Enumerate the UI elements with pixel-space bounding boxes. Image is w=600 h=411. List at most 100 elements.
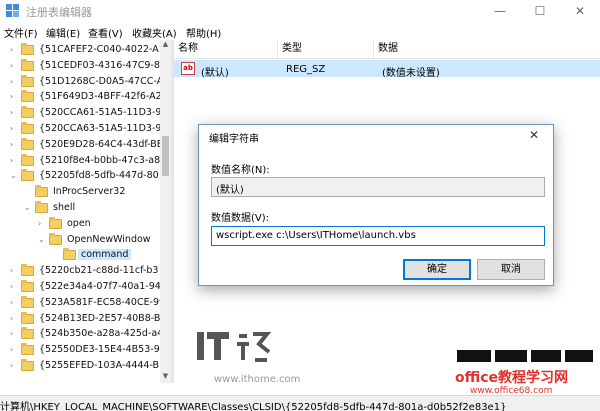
collapsed-arrow-icon[interactable]: › bbox=[10, 92, 18, 102]
menu-help[interactable]: 帮助(H) bbox=[186, 25, 221, 40]
menu-file[interactable]: 文件(F) bbox=[4, 25, 38, 40]
tree-item[interactable]: › {522e34a4-07f7-40a1-94c bbox=[0, 280, 160, 295]
expanded-arrow-icon[interactable]: ⌄ bbox=[38, 235, 46, 245]
tree-item[interactable]: InProcServer32 bbox=[0, 185, 160, 200]
dialog-close-icon[interactable]: ✕ bbox=[529, 128, 539, 142]
cancel-button[interactable]: 取消 bbox=[477, 259, 545, 280]
collapsed-arrow-icon[interactable]: › bbox=[10, 61, 18, 71]
tree-item[interactable]: › {52550DE3-15E4-4B53-96 bbox=[0, 343, 160, 358]
collapsed-arrow-icon[interactable]: › bbox=[10, 282, 18, 292]
folder-icon bbox=[21, 359, 34, 371]
status-bar: 计算机\HKEY_LOCAL_MACHINE\SOFTWARE\Classes\… bbox=[0, 395, 600, 411]
collapsed-arrow-icon[interactable]: › bbox=[10, 361, 18, 371]
tree-item[interactable]: › {5255EFED-103A-4444-B1 bbox=[0, 359, 160, 374]
folder-icon bbox=[21, 311, 34, 324]
menu-view[interactable]: 查看(V) bbox=[88, 25, 123, 40]
minimize-button[interactable]: — bbox=[480, 0, 520, 22]
tree-item[interactable]: › open bbox=[0, 216, 160, 232]
column-header-type[interactable]: 类型 bbox=[278, 40, 374, 58]
registry-tree[interactable]: › {51CAFEF2-C040-4022-A1 › {51CEDF03-4316-4… bbox=[0, 40, 160, 383]
tree-item[interactable]: › {51CEDF03-4316-47C9-81 bbox=[0, 58, 160, 74]
value-data-label: 数值数据(V): bbox=[211, 213, 270, 224]
scroll-up-icon[interactable]: ▲ bbox=[160, 40, 171, 51]
tree-item-label: {523A581F-EC58-40CE-99 bbox=[39, 296, 160, 308]
tree-item[interactable]: › {51D1268C-D0A5-47CC-A bbox=[0, 74, 160, 90]
folder-icon bbox=[21, 74, 34, 87]
collapsed-arrow-icon[interactable]: › bbox=[10, 156, 18, 166]
value-name: (默认) bbox=[201, 68, 229, 79]
tree-item-label: command bbox=[78, 249, 132, 261]
collapsed-arrow-icon[interactable]: › bbox=[10, 345, 18, 355]
collapsed-arrow-icon[interactable]: › bbox=[10, 329, 18, 339]
tree-scrollbar[interactable]: ▲ ▼ bbox=[160, 40, 171, 383]
tree-item[interactable]: › {5220cb21-c88d-11cf-b3 bbox=[0, 264, 160, 279]
tree-item-label: {51F649D3-4BFF-42f6-A2 bbox=[39, 91, 160, 103]
scroll-down-icon[interactable]: ▼ bbox=[160, 372, 171, 383]
tree-item[interactable]: › {523A581F-EC58-40CE-99 bbox=[0, 295, 160, 311]
column-header-data[interactable]: 数据 bbox=[374, 40, 600, 58]
collapsed-arrow-icon[interactable]: › bbox=[10, 298, 18, 308]
tree-item[interactable]: ⌄ {52205fd8-5dfb-447d-80 bbox=[0, 169, 160, 184]
collapsed-arrow-icon[interactable]: › bbox=[10, 45, 18, 55]
column-header-name[interactable]: 名称 bbox=[174, 40, 278, 58]
tree-item-label: {520CCA63-51A5-11D3-9 bbox=[39, 123, 160, 134]
folder-icon bbox=[21, 58, 34, 71]
tree-item-label: {520CCA61-51A5-11D3-9 bbox=[39, 107, 160, 119]
tree-item-label: InProcServer32 bbox=[53, 186, 126, 198]
tree-item-label: open bbox=[67, 217, 91, 229]
menu-favorites[interactable]: 收藏夹(A) bbox=[132, 25, 177, 40]
collapsed-arrow-icon[interactable]: › bbox=[10, 77, 18, 87]
folder-icon bbox=[21, 153, 34, 166]
tree-item[interactable]: › {520CCA63-51A5-11D3-9 bbox=[0, 122, 160, 137]
close-button[interactable]: ✕ bbox=[560, 0, 600, 22]
tree-item[interactable]: › {520CCA61-51A5-11D3-9 bbox=[0, 106, 160, 121]
scrollbar-thumb[interactable] bbox=[162, 136, 169, 176]
maximize-button[interactable]: ☐ bbox=[520, 0, 560, 22]
value-name-field: (默认) bbox=[211, 177, 545, 197]
folder-icon bbox=[21, 43, 34, 55]
value-data-input[interactable]: wscript.exe c:\Users\ITHome\launch.vbs bbox=[211, 226, 545, 246]
folder-icon bbox=[63, 248, 76, 261]
tree-item[interactable]: › {524b350e-a28a-425d-a4 bbox=[0, 327, 160, 342]
value-data: (数值未设置) bbox=[382, 68, 440, 79]
tree-item-label: {5220cb21-c88d-11cf-b3 bbox=[39, 265, 159, 277]
collapsed-arrow-icon[interactable]: › bbox=[10, 140, 18, 150]
value-name-label: 数值名称(N): bbox=[211, 165, 270, 176]
tree-item[interactable]: › {5210f8e4-b0bb-47c3-a8 bbox=[0, 153, 160, 169]
edit-string-dialog: 编辑字符串 ✕ 数值名称(N): (默认) 数值数据(V): wscript.e… bbox=[198, 124, 554, 286]
collapsed-arrow-icon[interactable]: › bbox=[10, 124, 18, 134]
tree-item[interactable]: › {51F649D3-4BFF-42f6-A2 bbox=[0, 90, 160, 105]
expanded-arrow-icon[interactable]: ⌄ bbox=[10, 171, 18, 181]
ok-button[interactable]: 确定 bbox=[403, 259, 471, 280]
tree-item[interactable]: command bbox=[0, 248, 160, 263]
menu-edit[interactable]: 编辑(E) bbox=[46, 25, 80, 40]
tree-item-label: OpenNewWindow bbox=[67, 233, 151, 245]
tree-item[interactable]: ⌄ OpenNewWindow bbox=[0, 232, 160, 248]
collapsed-arrow-icon[interactable]: › bbox=[38, 219, 46, 229]
tree-item[interactable]: › {520E9D28-64C4-43df-BE bbox=[0, 137, 160, 153]
expanded-arrow-icon[interactable]: ⌄ bbox=[24, 203, 32, 213]
tree-item[interactable]: › {51CAFEF2-C040-4022-A1 bbox=[0, 43, 160, 58]
tree-item-label: {52550DE3-15E4-4B53-96 bbox=[39, 344, 160, 356]
folder-icon bbox=[21, 90, 34, 103]
folder-icon bbox=[21, 169, 34, 182]
value-type: REG_SZ bbox=[286, 64, 326, 75]
tree-item[interactable]: › {524B13ED-2E57-40B8-B bbox=[0, 311, 160, 327]
folder-icon bbox=[21, 295, 34, 308]
folder-icon bbox=[21, 137, 34, 150]
folder-icon bbox=[21, 106, 34, 119]
tree-item[interactable]: ⌄ shell bbox=[0, 201, 160, 216]
regedit-icon bbox=[6, 4, 19, 17]
tree-item-label: {51D1268C-D0A5-47CC-A bbox=[39, 75, 160, 87]
tree-item-label: {5210f8e4-b0bb-47c3-a8 bbox=[39, 154, 160, 166]
title-bar: 注册表编辑器 — ☐ ✕ bbox=[0, 0, 600, 22]
tree-item-label: {524B13ED-2E57-40B8-B bbox=[39, 312, 160, 324]
collapsed-arrow-icon[interactable]: › bbox=[10, 314, 18, 324]
folder-icon bbox=[21, 264, 34, 277]
string-value-icon: ab bbox=[181, 62, 195, 75]
tree-item-label: {522e34a4-07f7-40a1-94c bbox=[39, 281, 160, 292]
collapsed-arrow-icon[interactable]: › bbox=[10, 266, 18, 276]
ithome-url: www.ithome.com bbox=[214, 374, 301, 385]
collapsed-arrow-icon[interactable]: › bbox=[10, 108, 18, 118]
tree-item-label: {51CEDF03-4316-47C9-81 bbox=[39, 59, 160, 71]
